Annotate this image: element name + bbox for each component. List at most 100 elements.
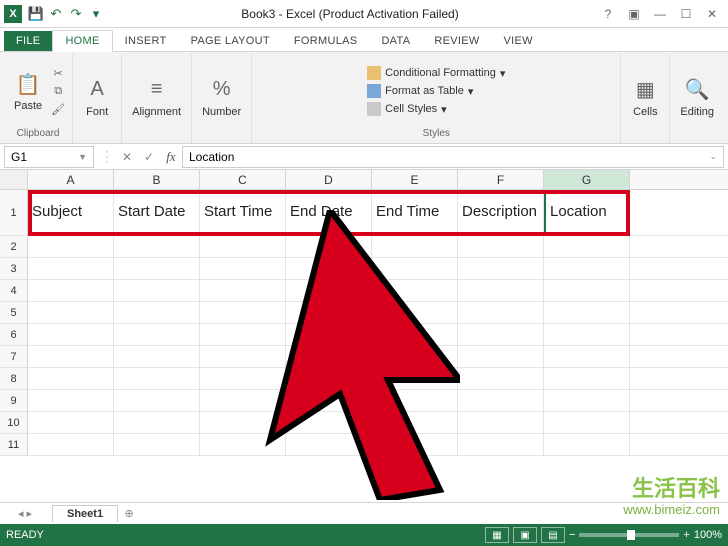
cell-B1[interactable]: Start Date xyxy=(114,190,200,235)
page-layout-view-icon[interactable]: ▣ xyxy=(513,527,537,543)
cell[interactable] xyxy=(28,412,114,433)
cell[interactable] xyxy=(544,390,630,411)
cell[interactable] xyxy=(114,236,200,257)
zoom-in-icon[interactable]: + xyxy=(683,529,689,541)
cell[interactable] xyxy=(458,302,544,323)
cell[interactable] xyxy=(200,280,286,301)
cell[interactable] xyxy=(372,280,458,301)
cell[interactable] xyxy=(28,324,114,345)
col-header-D[interactable]: D xyxy=(286,170,372,189)
tab-review[interactable]: REVIEW xyxy=(422,31,491,51)
cell[interactable] xyxy=(286,390,372,411)
zoom-out-icon[interactable]: − xyxy=(569,529,575,541)
cell[interactable] xyxy=(544,324,630,345)
cell-C1[interactable]: Start Time xyxy=(200,190,286,235)
cell[interactable] xyxy=(458,280,544,301)
tab-page-layout[interactable]: PAGE LAYOUT xyxy=(179,31,282,51)
ribbon-options-icon[interactable]: ▣ xyxy=(622,4,646,24)
cell[interactable] xyxy=(28,280,114,301)
cell-E1[interactable]: End Time xyxy=(372,190,458,235)
cell[interactable] xyxy=(114,434,200,455)
cell[interactable] xyxy=(544,412,630,433)
cell[interactable] xyxy=(372,324,458,345)
number-button[interactable]: % Number xyxy=(198,74,245,120)
cell[interactable] xyxy=(114,412,200,433)
row-header-1[interactable]: 1 xyxy=(0,190,28,235)
sheet-nav[interactable]: ◂ ▸ xyxy=(0,507,50,520)
cell[interactable] xyxy=(200,346,286,367)
cell[interactable] xyxy=(28,368,114,389)
zoom-slider[interactable] xyxy=(579,533,679,537)
cell[interactable] xyxy=(114,302,200,323)
cell[interactable] xyxy=(200,412,286,433)
cell-F1[interactable]: Description xyxy=(458,190,544,235)
col-header-F[interactable]: F xyxy=(458,170,544,189)
format-as-table-button[interactable]: Format as Table ▾ xyxy=(365,83,507,99)
cell[interactable] xyxy=(200,302,286,323)
cell[interactable] xyxy=(200,434,286,455)
expand-formula-icon[interactable]: ⌄ xyxy=(709,151,717,162)
cell[interactable] xyxy=(286,258,372,279)
cell-styles-button[interactable]: Cell Styles ▾ xyxy=(365,101,507,117)
cut-icon[interactable]: ✂ xyxy=(50,65,66,81)
cell[interactable] xyxy=(286,324,372,345)
cell[interactable] xyxy=(200,258,286,279)
copy-icon[interactable]: ⧉ xyxy=(50,83,66,99)
cell[interactable] xyxy=(544,346,630,367)
cell[interactable] xyxy=(458,346,544,367)
cell[interactable] xyxy=(372,236,458,257)
cell[interactable] xyxy=(544,258,630,279)
cell[interactable] xyxy=(372,434,458,455)
cell[interactable] xyxy=(114,324,200,345)
name-box[interactable]: G1 ▼ xyxy=(4,146,94,168)
cell[interactable] xyxy=(372,412,458,433)
cell[interactable] xyxy=(458,390,544,411)
cell[interactable] xyxy=(372,346,458,367)
cell-A1[interactable]: Subject xyxy=(28,190,114,235)
add-sheet-button[interactable]: ⊕ xyxy=(118,507,140,520)
row-header-9[interactable]: 9 xyxy=(0,390,28,411)
row-header-8[interactable]: 8 xyxy=(0,368,28,389)
chevron-down-icon[interactable]: ▼ xyxy=(78,152,87,162)
maximize-icon[interactable]: ☐ xyxy=(674,4,698,24)
cell[interactable] xyxy=(28,346,114,367)
qat-customize-icon[interactable]: ▾ xyxy=(88,6,104,22)
row-header-4[interactable]: 4 xyxy=(0,280,28,301)
cell[interactable] xyxy=(200,236,286,257)
row-header-7[interactable]: 7 xyxy=(0,346,28,367)
sheet-tab-sheet1[interactable]: Sheet1 xyxy=(52,505,118,522)
cell[interactable] xyxy=(458,324,544,345)
cell-G1[interactable]: Location xyxy=(544,190,630,235)
redo-icon[interactable]: ↷ xyxy=(68,6,84,22)
row-header-11[interactable]: 11 xyxy=(0,434,28,455)
row-header-5[interactable]: 5 xyxy=(0,302,28,323)
cell[interactable] xyxy=(114,390,200,411)
help-icon[interactable]: ? xyxy=(596,4,620,24)
cell[interactable] xyxy=(114,280,200,301)
format-painter-icon[interactable]: 🖌 xyxy=(50,101,66,117)
tab-formulas[interactable]: FORMULAS xyxy=(282,31,370,51)
cell[interactable] xyxy=(286,368,372,389)
cell[interactable] xyxy=(286,346,372,367)
cell[interactable] xyxy=(544,236,630,257)
cell[interactable] xyxy=(458,236,544,257)
cell[interactable] xyxy=(28,258,114,279)
cell[interactable] xyxy=(28,434,114,455)
tab-file[interactable]: FILE xyxy=(4,31,52,51)
cell[interactable] xyxy=(544,434,630,455)
font-button[interactable]: A Font xyxy=(79,74,115,120)
cell[interactable] xyxy=(286,302,372,323)
cells-button[interactable]: ▦ Cells xyxy=(627,74,663,120)
conditional-formatting-button[interactable]: Conditional Formatting ▾ xyxy=(365,65,507,81)
cell[interactable] xyxy=(286,412,372,433)
cell[interactable] xyxy=(544,302,630,323)
save-icon[interactable]: 💾 xyxy=(28,6,44,22)
formula-input[interactable]: Location ⌄ xyxy=(182,146,724,168)
cell[interactable] xyxy=(372,302,458,323)
cell[interactable] xyxy=(286,434,372,455)
row-header-6[interactable]: 6 xyxy=(0,324,28,345)
cell[interactable] xyxy=(114,258,200,279)
cell-D1[interactable]: End Date xyxy=(286,190,372,235)
col-header-A[interactable]: A xyxy=(28,170,114,189)
col-header-E[interactable]: E xyxy=(372,170,458,189)
